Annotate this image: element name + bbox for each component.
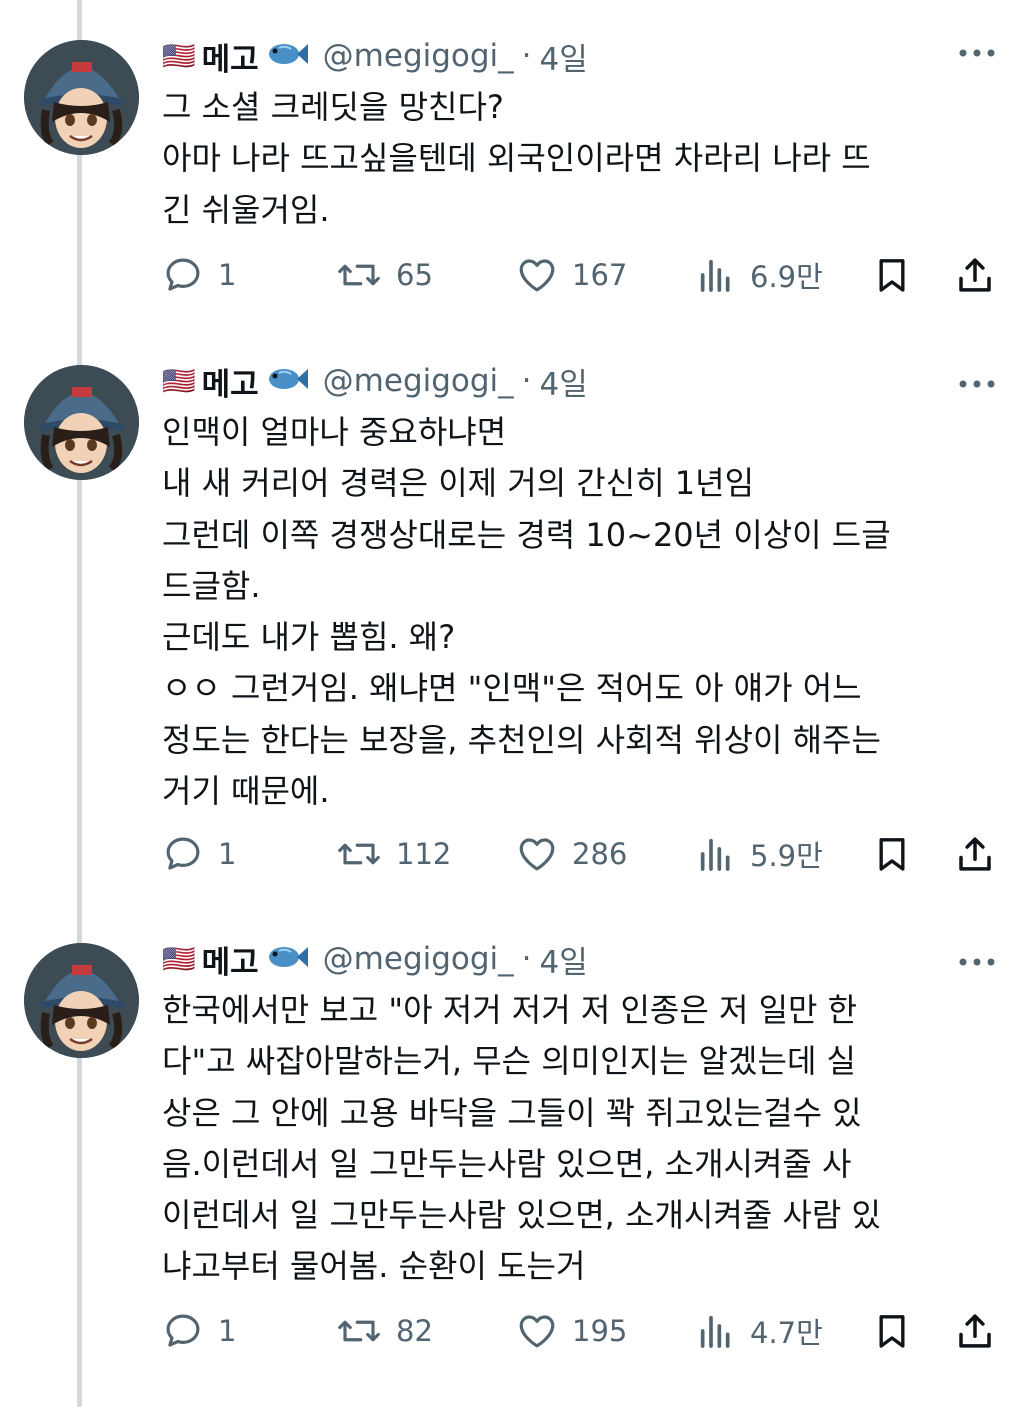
bookmark-button[interactable] bbox=[872, 1309, 912, 1353]
view-count: 6.9만 bbox=[750, 260, 823, 294]
reply-icon bbox=[166, 837, 200, 870]
share-icon bbox=[959, 837, 991, 871]
views-icon bbox=[700, 259, 730, 292]
heart-icon bbox=[519, 259, 555, 292]
text-line: 이런데서 일 그만두는사람 있으면, 소개시켜줄 사람 있 bbox=[162, 1196, 881, 1235]
fish-icon bbox=[265, 942, 309, 976]
separator: · bbox=[521, 363, 532, 399]
text-line: 그 소셜 크레딧을 망친다? bbox=[162, 88, 504, 126]
repost-button[interactable]: 65 bbox=[336, 253, 433, 297]
share-button[interactable] bbox=[954, 253, 996, 297]
tweet-text: 그 소셜 크레딧을 망친다? 아마 나라 뜨고싶을텐데 외국인이라면 차라리 나… bbox=[162, 82, 992, 236]
text-line: 거기 때문에. bbox=[162, 772, 330, 811]
like-button[interactable]: 286 bbox=[516, 832, 627, 876]
view-count: 4.7만 bbox=[750, 1316, 823, 1350]
text-line: 그런데 이쪽 경쟁상대로는 경력 10~20년 이상이 드글 bbox=[162, 515, 891, 554]
avatar[interactable] bbox=[24, 943, 139, 1058]
repost-button[interactable]: 112 bbox=[336, 832, 451, 876]
handle[interactable]: @megigogi_ bbox=[323, 38, 514, 74]
repost-button[interactable]: 82 bbox=[336, 1309, 433, 1353]
handle[interactable]: @megigogi_ bbox=[323, 941, 514, 977]
more-icon[interactable] bbox=[958, 375, 996, 394]
bookmark-icon bbox=[879, 1315, 905, 1348]
reply-icon bbox=[166, 258, 200, 291]
heart-icon bbox=[519, 1315, 555, 1348]
display-name[interactable]: 메고 bbox=[202, 937, 259, 982]
text-line: 한국에서만 보고 "아 저거 저거 저 인종은 저 일만 한 bbox=[162, 991, 858, 1029]
tweet-header: 🇺🇸 메고 @megigogi_ · 4일 bbox=[162, 936, 588, 982]
text-line: 다"고 싸잡아말하는거, 무슨 의미인지는 알겠는데 실 bbox=[162, 1042, 856, 1081]
view-count: 5.9만 bbox=[750, 839, 823, 873]
like-button[interactable]: 167 bbox=[516, 253, 627, 297]
bookmark-button[interactable] bbox=[872, 832, 912, 876]
share-icon bbox=[959, 1314, 991, 1348]
like-count: 286 bbox=[572, 837, 628, 871]
text-line: 내 새 커리어 경력은 이제 거의 간신히 1년임 bbox=[162, 464, 755, 503]
text-line: 긴 쉬울거임. bbox=[162, 190, 330, 229]
action-bar: 1 112 286 5.9만 bbox=[162, 832, 1002, 876]
text-line: 음.이런데서 일 그만두는사람 있으면, 소개시켜줄 사 bbox=[162, 1144, 852, 1183]
text-line: 아마 나라 뜨고싶을텐데 외국인이라면 차라리 나라 뜨 bbox=[162, 139, 871, 178]
reply-count: 1 bbox=[218, 258, 237, 292]
fish-icon bbox=[265, 39, 309, 73]
like-button[interactable]: 195 bbox=[516, 1309, 627, 1353]
tweet-text: 인맥이 얼마나 중요하냐면 내 새 커리어 경력은 이제 거의 간신히 1년임 … bbox=[162, 407, 992, 817]
more-icon[interactable] bbox=[958, 44, 996, 63]
repost-count: 65 bbox=[396, 258, 433, 292]
text-line: 냐고부터 물어봄. 순환이 도는거 bbox=[162, 1247, 586, 1286]
reply-button[interactable]: 1 bbox=[162, 1309, 236, 1353]
share-button[interactable] bbox=[954, 832, 996, 876]
reply-icon bbox=[166, 1314, 200, 1347]
like-count: 167 bbox=[572, 258, 628, 292]
tweet-header: 🇺🇸 메고 @megigogi_ · 4일 bbox=[162, 358, 588, 404]
like-count: 195 bbox=[572, 1314, 628, 1348]
display-name[interactable]: 메고 bbox=[202, 34, 259, 79]
thread-line bbox=[77, 0, 82, 1407]
action-bar: 1 65 167 6.9만 bbox=[162, 253, 1002, 297]
timestamp[interactable]: 4일 bbox=[540, 34, 588, 79]
repost-icon bbox=[338, 264, 380, 286]
us-flag-icon: 🇺🇸 bbox=[162, 41, 196, 72]
views-button[interactable]: 6.9만 bbox=[696, 253, 823, 297]
separator: · bbox=[521, 38, 532, 74]
text-line: 상은 그 안에 고용 바닥을 그들이 꽉 쥐고있는걸수 있 bbox=[162, 1093, 862, 1132]
views-button[interactable]: 4.7만 bbox=[696, 1309, 823, 1353]
reply-count: 1 bbox=[218, 837, 237, 871]
text-line: 드글함. bbox=[162, 566, 261, 605]
share-icon bbox=[959, 258, 991, 292]
repost-icon bbox=[338, 1320, 380, 1342]
avatar[interactable] bbox=[24, 365, 139, 480]
separator: · bbox=[521, 941, 532, 977]
text-line: 인맥이 얼마나 중요하냐면 bbox=[162, 413, 507, 451]
reply-button[interactable]: 1 bbox=[162, 253, 236, 297]
text-line: 정도는 한다는 보장을, 추천인의 사회적 위상이 해주는 bbox=[162, 720, 881, 759]
tweet-header: 🇺🇸 메고 @megigogi_ · 4일 bbox=[162, 33, 588, 79]
handle[interactable]: @megigogi_ bbox=[323, 363, 514, 399]
views-button[interactable]: 5.9만 bbox=[696, 832, 823, 876]
repost-count: 112 bbox=[396, 837, 452, 871]
text-line: ㅇㅇ 그런거임. 왜냐면 "인맥"은 적어도 아 얘가 어느 bbox=[162, 669, 862, 708]
timestamp[interactable]: 4일 bbox=[540, 359, 588, 404]
bookmark-button[interactable] bbox=[872, 253, 912, 297]
reply-count: 1 bbox=[218, 1314, 237, 1348]
fish-icon bbox=[265, 364, 309, 398]
timestamp[interactable]: 4일 bbox=[540, 937, 588, 982]
heart-icon bbox=[519, 838, 555, 871]
avatar[interactable] bbox=[24, 40, 139, 155]
display-name[interactable]: 메고 bbox=[202, 359, 259, 404]
bookmark-icon bbox=[879, 259, 905, 292]
bookmark-icon bbox=[879, 838, 905, 871]
views-icon bbox=[700, 1315, 730, 1348]
share-button[interactable] bbox=[954, 1309, 996, 1353]
us-flag-icon: 🇺🇸 bbox=[162, 366, 196, 397]
tweet-text: 한국에서만 보고 "아 저거 저거 저 인종은 저 일만 한 다"고 싸잡아말하… bbox=[162, 985, 992, 1293]
us-flag-icon: 🇺🇸 bbox=[162, 944, 196, 975]
more-icon[interactable] bbox=[958, 953, 996, 972]
reply-button[interactable]: 1 bbox=[162, 832, 236, 876]
views-icon bbox=[700, 838, 730, 871]
action-bar: 1 82 195 4.7만 bbox=[162, 1309, 1002, 1353]
repost-icon bbox=[338, 843, 380, 865]
text-line: 근데도 내가 뽑힘. 왜? bbox=[162, 618, 456, 657]
repost-count: 82 bbox=[396, 1314, 433, 1348]
